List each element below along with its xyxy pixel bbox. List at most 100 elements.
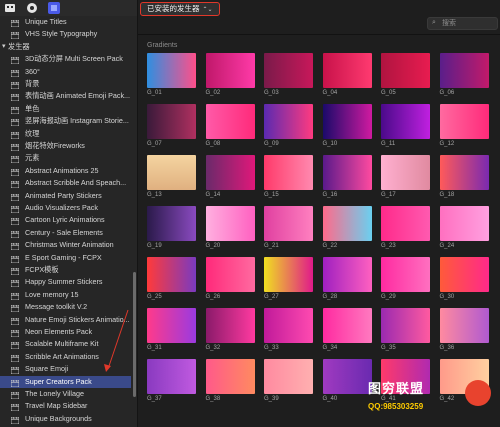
gradient-thumbnail[interactable] <box>147 359 196 394</box>
gradient-thumbnail[interactable] <box>264 104 313 139</box>
gradient-thumbnail[interactable] <box>205 53 255 88</box>
clapper-icon <box>10 19 20 28</box>
gradient-label: G_10 <box>322 141 338 147</box>
sidebar-item[interactable]: Travel Map Sidebar <box>0 400 131 412</box>
gradient-thumbnail[interactable] <box>205 206 255 241</box>
sidebar-item[interactable]: Christmas Winter Animation <box>0 239 131 251</box>
search-input[interactable] <box>442 18 496 29</box>
gradient-thumbnail[interactable] <box>264 206 313 241</box>
gradient-thumbnail[interactable] <box>381 53 430 88</box>
gradient-thumbnail[interactable] <box>322 53 372 88</box>
sidebar-item-label: 竖屏海报动画 Instagram Storie... <box>25 116 129 126</box>
gradient-thumbnail[interactable] <box>322 104 372 139</box>
gradient-label: G_09 <box>264 141 279 147</box>
gradient-thumbnail[interactable] <box>205 155 255 190</box>
gradient-thumbnail[interactable] <box>264 257 313 292</box>
gradient-thumbnail[interactable] <box>439 308 489 343</box>
gradient-thumbnail[interactable] <box>264 308 313 343</box>
gradient-thumbnail[interactable] <box>322 308 372 343</box>
sidebar-item[interactable]: Unique Titles <box>0 16 131 28</box>
gradient-thumbnail[interactable] <box>381 257 430 292</box>
gradient-label: G_01 <box>147 90 162 96</box>
gradient-thumbnail[interactable] <box>147 206 196 241</box>
sidebar-item-label: Unique Titles <box>25 17 67 26</box>
gradient-thumbnail[interactable] <box>205 359 255 394</box>
gradient-thumbnail[interactable] <box>381 206 430 241</box>
clapper-icon <box>10 292 20 301</box>
search-icon: ⌕ <box>432 19 436 26</box>
sidebar-item[interactable]: Scalable Multiframe Kit <box>0 338 131 350</box>
sidebar-item[interactable]: Message toolkit V.2 <box>0 301 131 313</box>
sidebar-item-label: 背景 <box>25 79 40 88</box>
clapper-icon <box>10 304 20 313</box>
sidebar-item[interactable]: 纹理 <box>0 128 131 140</box>
sidebar-item[interactable]: E Sport Gaming - FCPX <box>0 252 131 264</box>
sidebar-item-label: 元素 <box>25 153 40 163</box>
gradient-thumbnail[interactable] <box>381 308 430 343</box>
sidebar-item-label: 表情动画 Animated Emoji Pack... <box>25 91 131 101</box>
sidebar-item[interactable]: The Lonely Village <box>0 388 131 400</box>
clapper-icon <box>10 317 20 325</box>
disclosure-triangle-icon[interactable]: ▾ <box>2 41 6 53</box>
gradient-thumbnail[interactable] <box>264 359 313 394</box>
sidebar-item[interactable]: 单色 <box>0 103 131 115</box>
gradient-thumbnail[interactable] <box>439 104 489 139</box>
sidebar-item[interactable]: 背景 <box>0 78 131 90</box>
gradient-thumbnail[interactable] <box>147 155 196 190</box>
gradient-thumbnail[interactable] <box>381 155 430 190</box>
gradient-thumbnail[interactable] <box>264 155 313 190</box>
sidebar-item-label: Nature Emoji Stickers Animatio... <box>25 314 130 324</box>
gradient-thumbnail[interactable] <box>205 104 255 139</box>
sidebar-item[interactable]: Abstract Animations 25 <box>0 165 131 177</box>
gradient-thumbnail[interactable] <box>205 257 255 292</box>
gradient-thumbnail[interactable] <box>322 155 372 190</box>
sidebar-item[interactable]: 3D动态分屏 Multi Screen Pack <box>0 53 131 65</box>
gradient-thumbnail[interactable] <box>322 206 372 241</box>
gradient-thumbnail[interactable] <box>147 257 196 292</box>
gradient-thumbnail[interactable] <box>205 308 255 343</box>
sidebar-item[interactable]: 元素 <box>0 152 131 164</box>
watermark-logo-icon <box>465 380 491 406</box>
sidebar-item[interactable]: 表情动画 Animated Emoji Pack... <box>0 90 131 102</box>
installed-generators-dropdown[interactable]: 已安装的发生器 ⌃⌄ <box>140 2 220 16</box>
gradient-thumbnail[interactable] <box>147 308 196 343</box>
search-box[interactable]: ⌕ <box>427 17 498 30</box>
sidebar-scrollbar[interactable] <box>133 272 136 397</box>
sidebar-item[interactable]: 360° <box>0 66 131 78</box>
sidebar-item[interactable]: Unique Backgrounds <box>0 413 131 425</box>
sidebar-item[interactable]: 烟花特效Fireworks <box>0 140 131 152</box>
gradient-thumbnail[interactable] <box>439 257 489 292</box>
clapper-icon <box>10 341 20 350</box>
gradient-thumbnail[interactable] <box>147 53 196 88</box>
gradient-thumbnail[interactable] <box>439 53 489 88</box>
sidebar-item[interactable]: Happy Summer Stickers <box>0 276 131 288</box>
sidebar-item[interactable]: Animated Party Stickers <box>0 190 131 202</box>
sidebar-item[interactable]: FCPX模板 <box>0 264 131 276</box>
gradient-thumbnail[interactable] <box>322 257 372 292</box>
sidebar-folder[interactable]: ▾ 发生器 <box>0 41 131 53</box>
sidebar-item[interactable]: Scribble Art Animations <box>0 351 131 363</box>
music-icon[interactable] <box>26 2 38 14</box>
gradient-thumbnail[interactable] <box>147 104 196 139</box>
sidebar-item[interactable]: Century - Sale Elements <box>0 227 131 239</box>
sidebar-item-label: Love memory 15 <box>25 289 79 299</box>
sidebar-item[interactable]: Cartoon Lyric Animations <box>0 214 131 226</box>
sidebar-item[interactable]: Audio Visualizers Pack <box>0 202 131 214</box>
sidebar-item[interactable]: Love memory 15 <box>0 289 131 301</box>
gradient-thumbnail[interactable] <box>264 53 313 88</box>
sidebar-item[interactable]: Abstract Scribble And Speach... <box>0 177 131 189</box>
sidebar-item[interactable]: Super Creators Pack <box>0 375 131 388</box>
gradient-label: G_16 <box>322 192 338 198</box>
gradient-thumbnail[interactable] <box>381 104 430 139</box>
gradient-thumbnail[interactable] <box>439 206 489 241</box>
sidebar-item[interactable]: VHS Style Typography <box>0 28 131 40</box>
sidebar-item[interactable]: Square Emoji <box>0 363 131 375</box>
sidebar-item[interactable]: Nature Emoji Stickers Animatio... <box>0 314 131 326</box>
browser-header: 已安装的发生器 ⌃⌄ ⌕ <box>138 0 500 35</box>
clapper-icon <box>10 230 20 239</box>
generator-icon[interactable] <box>48 2 60 14</box>
sidebar-item[interactable]: 竖屏海报动画 Instagram Storie... <box>0 115 131 127</box>
gradient-thumbnail[interactable] <box>439 155 489 190</box>
film-icon[interactable] <box>4 2 16 14</box>
sidebar-item[interactable]: Neon Elements Pack <box>0 326 131 338</box>
